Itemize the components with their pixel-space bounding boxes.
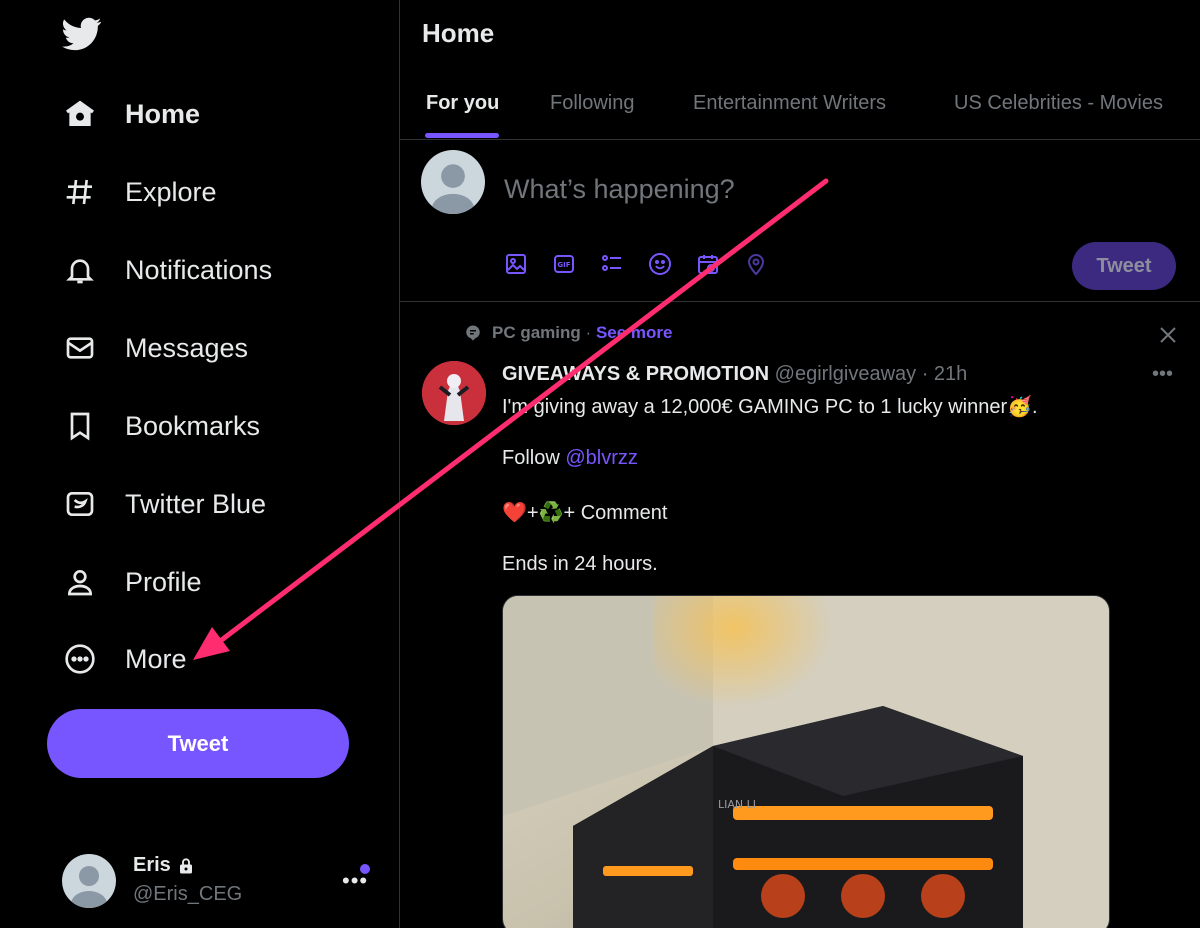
person-icon [60,562,100,602]
close-icon[interactable] [1156,323,1180,347]
lock-icon [179,857,192,873]
see-more-link[interactable]: See more [596,323,673,342]
bell-icon [60,250,100,290]
page-title: Home [422,18,495,48]
gif-icon[interactable]: GIF [552,252,576,276]
tweet-time[interactable]: · 21h [922,363,968,385]
follow-prefix: Follow [502,447,566,469]
author-name[interactable]: GIVEAWAYS & PROMOTION [502,363,769,385]
tweet-text-line: Ends in 24 hours. [502,553,658,575]
location-icon[interactable] [744,252,768,276]
topic-row: PC gaming · See more [464,323,672,343]
tweet-text-line: I'm giving away a 12,000€ GAMING PC to 1… [502,396,1038,418]
topic-separator: · [585,323,592,342]
case-brand-label: LIAN LI [718,798,756,811]
tweet-card[interactable]: PC gaming · See more GIVEAWAYS & PROMOTI… [400,303,1200,928]
sidebar-item-home[interactable]: Home [60,86,200,142]
sidebar-item-more[interactable]: More [60,631,187,687]
tab-following[interactable]: Following [550,92,634,115]
sidebar-item-label: More [125,643,187,674]
topic-icon [466,325,480,341]
envelope-icon [60,328,100,368]
notification-dot [360,864,370,874]
sidebar-item-label: Notifications [125,254,273,285]
sidebar-item-label: Bookmarks [125,410,261,441]
sidebar-item-label: Home [125,98,201,129]
sidebar-item-label: Profile [125,566,202,597]
twitter-blue-icon [60,484,100,524]
account-switcher[interactable]: Eris @Eris_CEG ••• [62,850,382,910]
tweet-button[interactable]: Tweet [47,709,349,778]
tweet-text-line: ❤️+♻️+ Comment [502,502,668,524]
sidebar-item-notifications[interactable]: Notifications [60,242,272,298]
sidebar-item-label: Messages [125,332,249,363]
author-avatar[interactable] [422,361,486,425]
sidebar-item-explore[interactable]: Explore [60,164,217,220]
sidebar-item-label: Explore [125,176,217,207]
topic-name[interactable]: PC gaming [492,323,581,342]
compose-input[interactable]: What’s happening? [504,174,735,205]
compose-tweet-button[interactable]: Tweet [1072,242,1176,290]
tab-us-celebrities-movies[interactable]: US Celebrities - Movies [954,92,1163,115]
sidebar-item-profile[interactable]: Profile [60,554,202,610]
tab-for-you[interactable]: For you [426,92,499,115]
timeline-tabs: For you Following Entertainment Writers … [400,70,1200,140]
poll-icon[interactable] [600,252,624,276]
sidebar-item-label: Twitter Blue [125,488,267,519]
main-timeline: Home For you Following Entertainment Wri… [400,0,1200,928]
schedule-icon[interactable] [696,252,720,276]
compose-box: What’s happening? GIF Tweet [400,140,1200,302]
avatar [62,854,116,908]
sidebar-item-bookmarks[interactable]: Bookmarks [60,398,260,454]
tweet-more-icon[interactable]: ••• [1152,363,1173,386]
author-handle[interactable]: @egirlgiveaway [775,363,916,385]
account-name: Eris [133,854,195,877]
more-circle-icon [60,639,100,679]
sidebar: Home Explore Notifications Messages Book… [0,0,399,928]
sidebar-item-twitter-blue[interactable]: Twitter Blue [60,476,266,532]
home-icon [60,94,100,134]
bookmark-icon [60,406,100,446]
tab-entertainment-writers[interactable]: Entertainment Writers [693,92,886,115]
svg-text:GIF: GIF [557,261,570,269]
sidebar-item-messages[interactable]: Messages [60,320,248,376]
emoji-icon[interactable] [648,252,672,276]
tweet-text-line: Follow @blvrzz [502,447,638,470]
account-handle: @Eris_CEG [133,883,243,905]
mention-link[interactable]: @blvrzz [565,447,638,469]
tweet-header: GIVEAWAYS & PROMOTION @egirlgiveaway · 2… [502,363,967,386]
account-name-text: Eris [133,854,171,876]
compose-toolbar: GIF [504,252,768,276]
active-tab-indicator [425,133,499,138]
image-icon[interactable] [504,252,528,276]
tweet-image[interactable]: LIAN LI [502,595,1110,928]
twitter-bird-icon[interactable] [60,14,104,54]
hashtag-icon [60,172,100,212]
avatar [421,150,485,214]
